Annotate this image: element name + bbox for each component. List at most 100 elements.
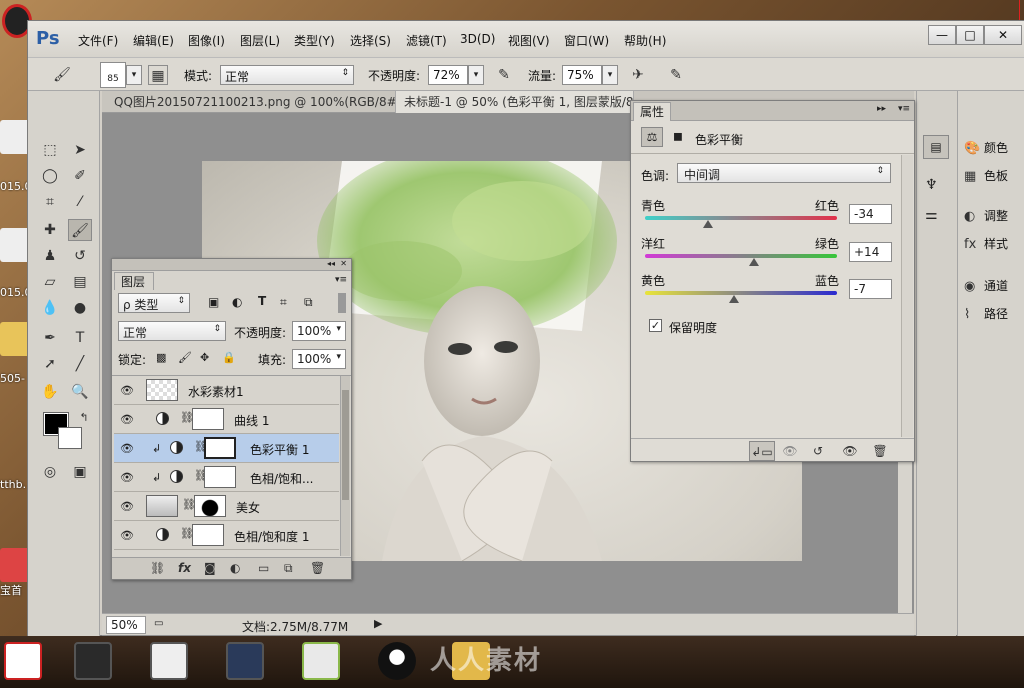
layer-row[interactable]: 👁 ↲ ⛓ 色相/饱和... — [114, 463, 339, 492]
yellow-blue-track[interactable] — [645, 291, 837, 295]
layer-row[interactable]: 👁 ⛓ 色相/饱和度 1 — [114, 521, 339, 550]
props-scrollbar[interactable] — [901, 155, 913, 437]
menu-window[interactable]: 窗口(W) — [564, 32, 609, 49]
menu-layer[interactable]: 图层(L) — [240, 32, 280, 49]
filter-smart-icon[interactable]: ⧉ — [304, 295, 313, 310]
trash-icon[interactable]: 🗑 — [867, 441, 893, 461]
layer-row[interactable]: 👁 水彩素材1 — [114, 376, 339, 405]
taskbar-video-icon[interactable] — [150, 642, 188, 680]
pressure-size-icon[interactable]: ✎ — [666, 65, 686, 85]
flow-input[interactable]: 75% — [562, 65, 602, 85]
opacity-dropdown[interactable]: ▾ — [468, 65, 484, 85]
dock-color[interactable]: 🎨 颜色 — [964, 139, 1008, 156]
link-layers-icon[interactable]: ⛓ — [150, 561, 165, 575]
brush-tool-icon[interactable]: 🖌 — [68, 219, 92, 241]
filter-toggle[interactable] — [338, 293, 346, 313]
taskbar-video-icon[interactable] — [74, 642, 112, 680]
dock-channels[interactable]: ◉ 通道 — [964, 277, 1008, 294]
close-button[interactable]: ✕ — [984, 25, 1022, 45]
layer-row[interactable]: 👁 ⛓ 美女 — [114, 492, 339, 521]
blur-tool-icon[interactable]: 💧 — [38, 297, 62, 319]
visibility-eye-icon[interactable]: 👁 — [120, 413, 134, 426]
filter-type-icon[interactable]: T — [258, 294, 266, 308]
clone-stamp-icon[interactable]: ♟ — [38, 245, 62, 267]
visibility-eye-icon[interactable]: 👁 — [120, 384, 134, 397]
fx-icon[interactable]: fx — [178, 561, 191, 575]
menu-type[interactable]: 类型(Y) — [294, 32, 335, 49]
pen-tool-icon[interactable]: ✒ — [38, 327, 62, 349]
magenta-green-value[interactable]: +14 — [849, 242, 892, 262]
scroll-thumb[interactable] — [342, 390, 349, 500]
panel-menu-icon[interactable]: ▾≡ — [335, 275, 347, 285]
zoom-tool-icon[interactable]: 🔍 — [68, 381, 92, 403]
flow-dropdown[interactable]: ▾ — [602, 65, 618, 85]
eyedropper-icon[interactable]: ⁄ — [68, 191, 92, 213]
dock-adjustments[interactable]: ◐ 调整 — [964, 207, 1008, 224]
add-mask-icon[interactable]: ◙ — [204, 561, 216, 575]
yellow-blue-value[interactable]: -7 — [849, 279, 892, 299]
menu-view[interactable]: 视图(V) — [508, 32, 550, 49]
layer-row-selected[interactable]: 👁 ↲ ⛓ 色彩平衡 1 — [114, 434, 339, 463]
properties-tab[interactable]: 属性 — [633, 102, 672, 121]
hand-tool-icon[interactable]: ✋ — [38, 381, 62, 403]
lock-pixels-icon[interactable]: 🖌 — [178, 351, 192, 364]
preserve-luminosity-checkbox[interactable]: ✓ — [649, 319, 662, 332]
gradient-icon[interactable]: ▤ — [68, 271, 92, 293]
airbrush-icon[interactable]: ✈ — [628, 65, 648, 85]
new-group-icon[interactable]: ▭ — [258, 561, 269, 575]
filter-shape-icon[interactable]: ⌗ — [280, 295, 287, 310]
brush-tool-icon[interactable]: 🖌 — [52, 65, 72, 85]
reset-icon[interactable]: ↺ — [805, 441, 831, 461]
eraser-icon[interactable]: ▱ — [38, 271, 62, 293]
move-tool-icon[interactable]: ➤ — [68, 139, 92, 161]
mode-select[interactable]: 正常 ⇕ — [220, 65, 354, 85]
layer-opacity-input[interactable]: 100% ▾ — [292, 321, 346, 341]
quick-select-icon[interactable]: ✐ — [68, 165, 92, 187]
menu-filter[interactable]: 滤镜(T) — [406, 32, 447, 49]
collapse-icon[interactable]: ◂◂ — [327, 259, 335, 268]
cyan-red-thumb[interactable] — [703, 220, 714, 228]
dodge-tool-icon[interactable]: ● — [68, 297, 92, 319]
maximize-button[interactable]: □ — [956, 25, 984, 45]
collapse-icon[interactable]: ▸▸ — [877, 104, 886, 114]
menu-image[interactable]: 图像(I) — [188, 32, 225, 49]
layer-row[interactable]: 👁 ⛓ 曲线 1 — [114, 405, 339, 434]
tone-select[interactable]: 中间调 ⇕ — [677, 163, 891, 183]
doc-tab-untitled[interactable]: 未标题-1 @ 50% (色彩平衡 1, 图层蒙版/8) × — [396, 91, 634, 113]
brush-panel-icon[interactable]: ▦ — [148, 65, 168, 85]
quick-mask-icon[interactable]: ◎ — [38, 461, 62, 483]
close-panel-icon[interactable]: ✕ — [340, 259, 347, 268]
dock-swatches[interactable]: ▦ 色板 — [964, 167, 1008, 184]
properties-panel-icon[interactable]: ▤ — [923, 135, 949, 159]
lock-all-icon[interactable]: 🔒 — [222, 351, 236, 364]
menu-select[interactable]: 选择(S) — [350, 32, 391, 49]
fill-input[interactable]: 100% ▾ — [292, 349, 346, 369]
status-menu-arrow-icon[interactable]: ▶ — [374, 617, 382, 630]
new-adjustment-icon[interactable]: ◐ — [230, 561, 240, 575]
desktop-icon[interactable] — [0, 120, 30, 154]
screen-mode-icon[interactable]: ▣ — [68, 461, 92, 483]
cyan-red-value[interactable]: -34 — [849, 204, 892, 224]
menu-3d[interactable]: 3D(D) — [460, 32, 495, 46]
magenta-green-track[interactable] — [645, 254, 837, 258]
background-color-swatch[interactable] — [58, 427, 82, 449]
taskbar-app-icon[interactable] — [4, 642, 42, 680]
menu-edit[interactable]: 编辑(E) — [133, 32, 174, 49]
minimize-button[interactable]: — — [928, 25, 956, 45]
visibility-eye-icon[interactable]: 👁 — [120, 500, 134, 513]
lock-transparent-icon[interactable]: ▩ — [156, 351, 166, 364]
visibility-eye-icon[interactable]: 👁 — [120, 471, 134, 484]
pressure-opacity-icon[interactable]: ✎ — [494, 65, 514, 85]
visibility-eye-icon[interactable]: 👁 — [120, 442, 134, 455]
menu-help[interactable]: 帮助(H) — [624, 32, 666, 49]
line-tool-icon[interactable]: ╱ — [68, 353, 92, 375]
layers-tab[interactable]: 图层 — [114, 272, 154, 290]
trash-icon[interactable]: 🗑 — [310, 561, 325, 575]
filter-kind-select[interactable]: ρ 类型 ⇕ — [118, 293, 190, 313]
type-tool-icon[interactable]: T — [68, 327, 92, 349]
doc-tab-qq[interactable]: QQ图片20150721100213.png @ 100%(RGB/8#) × — [106, 91, 396, 113]
dock-paths[interactable]: ⌇ 路径 — [964, 305, 1008, 322]
lock-position-icon[interactable]: ✥ — [200, 351, 209, 364]
crop-tool-icon[interactable]: ⌗ — [38, 191, 62, 213]
swap-colors-icon[interactable]: ↰ — [72, 407, 96, 429]
